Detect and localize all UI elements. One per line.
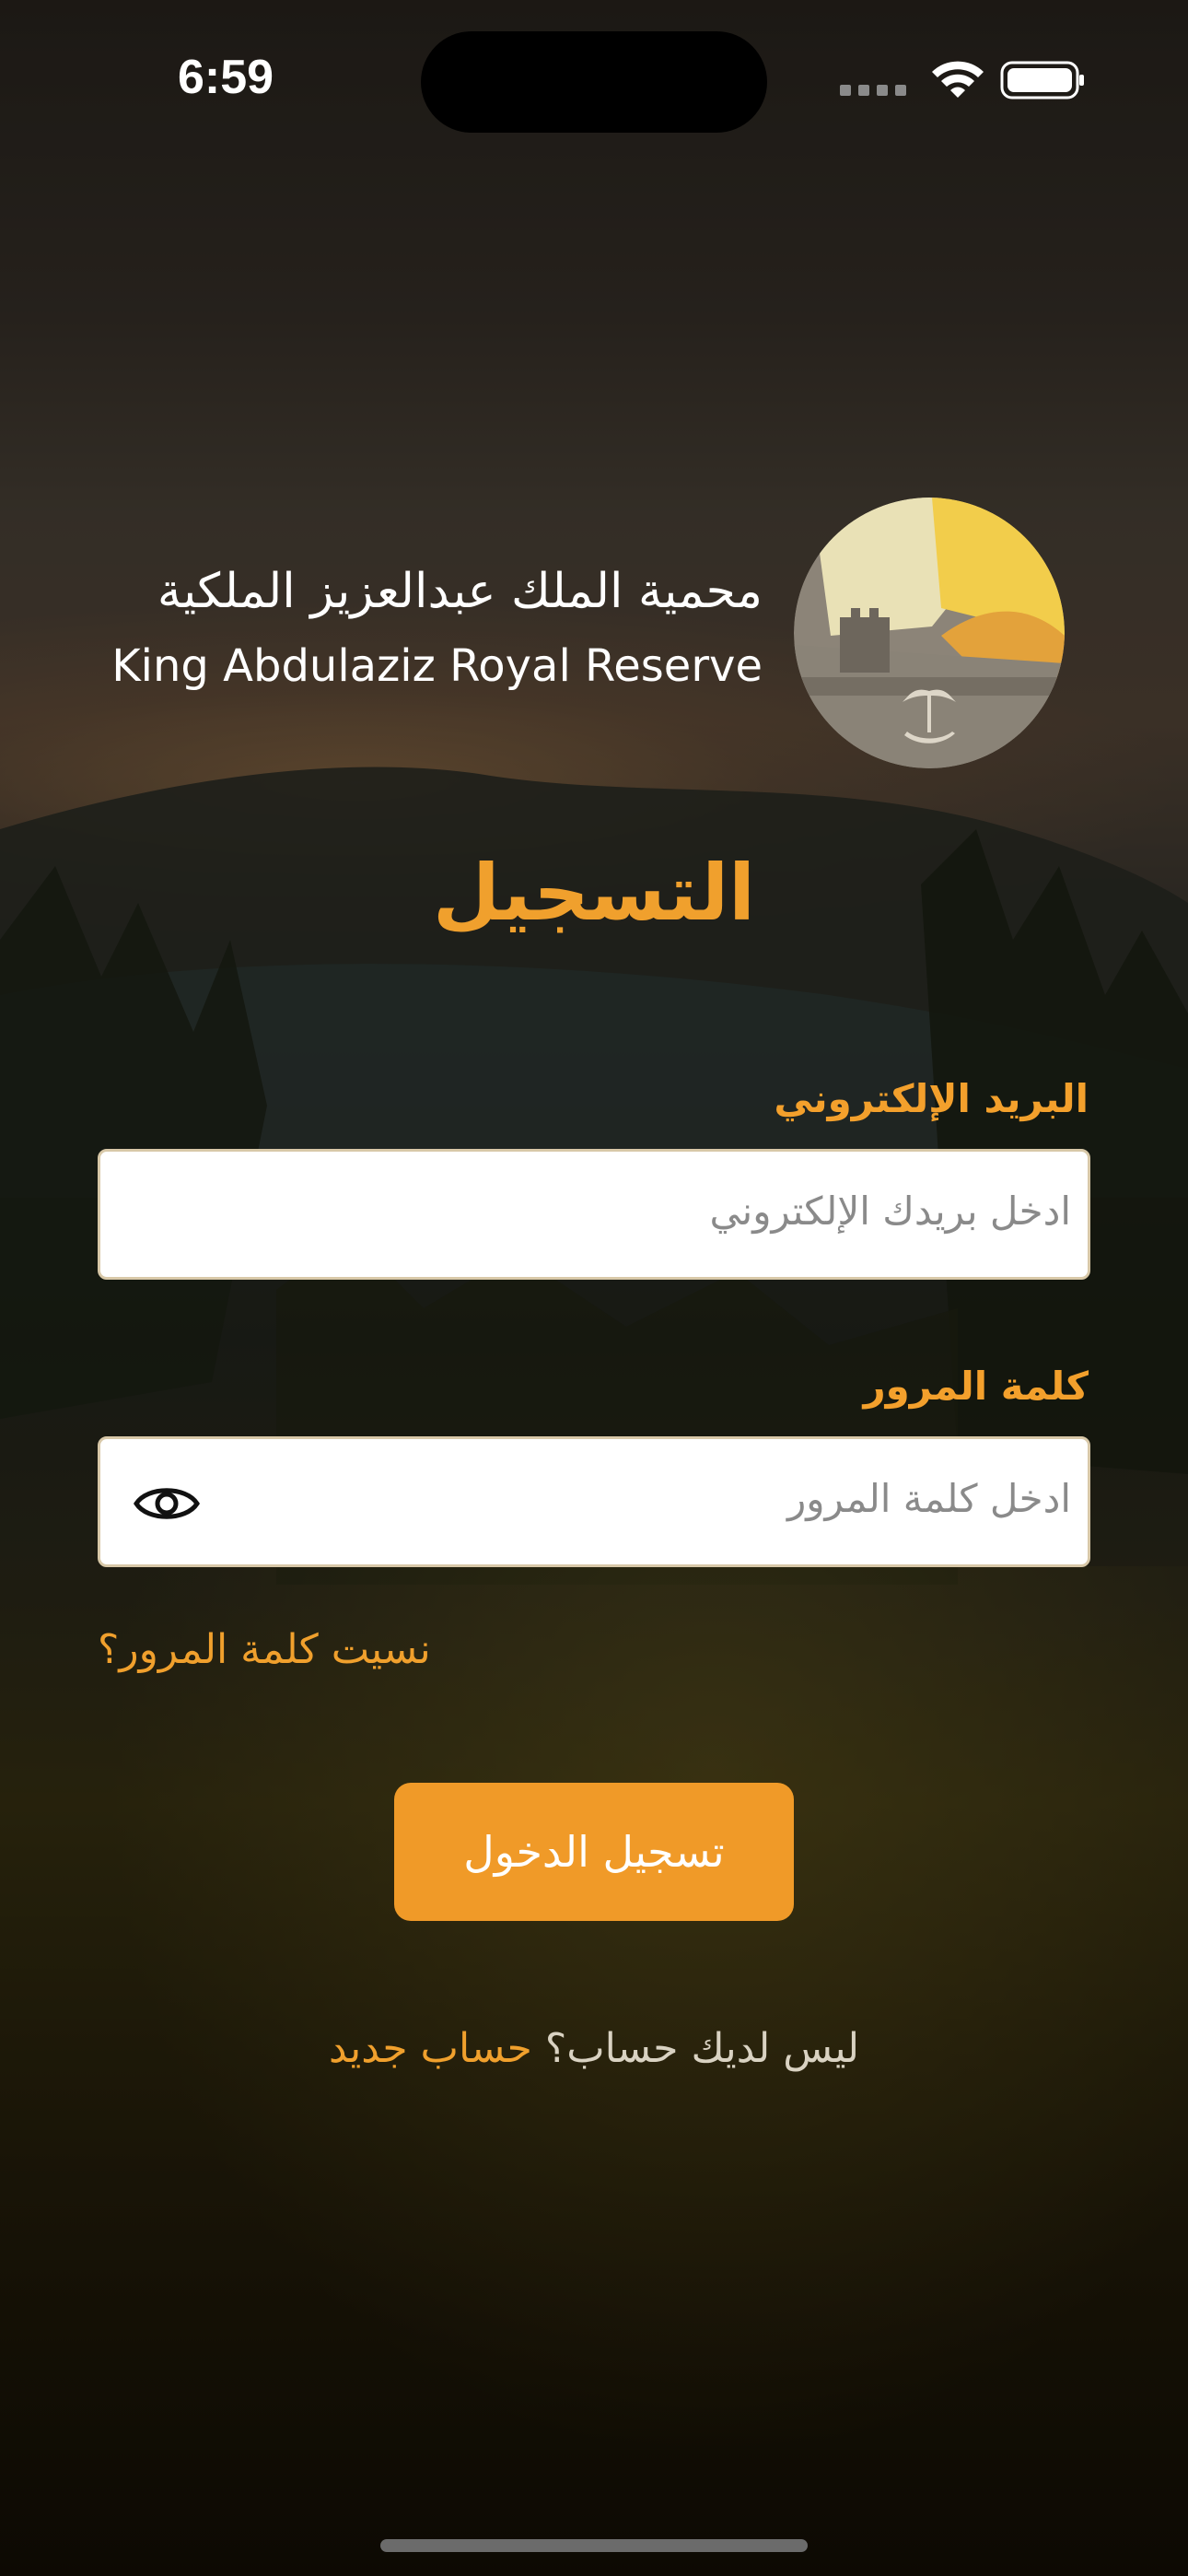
signup-row: ليس لديك حساب؟ حساب جديد bbox=[0, 2025, 1188, 2072]
page-title: التسجيل bbox=[433, 848, 755, 938]
brand-name-english: King Abdulaziz Royal Reserve bbox=[111, 640, 763, 692]
login-screen: 6:59 محمية الملك عبدالعزيز الملكية King … bbox=[0, 0, 1188, 2576]
wifi-icon bbox=[932, 61, 984, 98]
email-label: البريد الإلكتروني bbox=[774, 1076, 1089, 1121]
cellular-dots-icon bbox=[840, 85, 906, 96]
status-time: 6:59 bbox=[177, 51, 274, 104]
background-overlay bbox=[0, 0, 1188, 2576]
dynamic-island bbox=[421, 31, 767, 133]
status-icons bbox=[840, 61, 1084, 100]
login-button[interactable]: تسجيل الدخول bbox=[394, 1783, 794, 1921]
brand-name-arabic: محمية الملك عبدالعزيز الملكية bbox=[157, 564, 763, 619]
battery-icon bbox=[1000, 61, 1084, 100]
login-button-label: تسجيل الدخول bbox=[463, 1827, 725, 1877]
reserve-logo-icon bbox=[794, 498, 1065, 768]
signup-question: ليس لديك حساب؟ bbox=[544, 2025, 860, 2072]
home-indicator[interactable] bbox=[380, 2539, 808, 2552]
forgot-password-link[interactable]: نسيت كلمة المرور؟ bbox=[98, 1626, 431, 1673]
eye-icon[interactable] bbox=[134, 1481, 200, 1527]
email-field[interactable]: ادخل بريدك الإلكتروني bbox=[98, 1149, 1090, 1280]
signup-link[interactable]: حساب جديد bbox=[329, 2025, 532, 2072]
password-label: كلمة المرور bbox=[863, 1364, 1089, 1409]
password-placeholder: ادخل كلمة المرور bbox=[786, 1476, 1071, 1521]
password-field[interactable]: ادخل كلمة المرور bbox=[98, 1436, 1090, 1567]
email-placeholder: ادخل بريدك الإلكتروني bbox=[709, 1188, 1072, 1234]
